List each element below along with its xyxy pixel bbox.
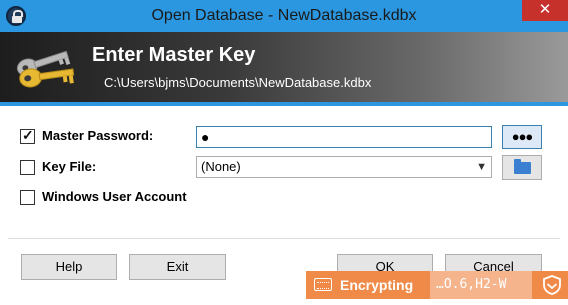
browse-key-file-button[interactable]	[502, 155, 542, 180]
key-file-checkbox[interactable]	[20, 160, 35, 175]
windows-account-label: Windows User Account	[42, 189, 187, 204]
encrypting-indicator: Encrypting …O.6,H2-W	[306, 271, 568, 299]
close-button[interactable]: ✕	[522, 0, 568, 21]
show-password-button[interactable]: ●●●	[502, 125, 542, 149]
footer-divider	[8, 238, 560, 239]
header-banner: Enter Master Key C:\Users\bjms\Documents…	[0, 32, 568, 102]
master-password-input[interactable]: ●	[196, 126, 492, 148]
keys-icon	[16, 50, 75, 88]
help-button[interactable]: Help	[21, 254, 117, 280]
encryption-params: …O.6,H2-W	[430, 271, 532, 299]
banner-heading: Enter Master Key	[92, 44, 256, 66]
key-file-select[interactable]: (None) ▼	[196, 156, 492, 178]
key-file-value: (None)	[201, 159, 241, 174]
exit-button[interactable]: Exit	[129, 254, 226, 280]
banner-separator	[0, 102, 568, 106]
title-bar: Open Database - NewDatabase.kdbx ✕	[0, 0, 568, 32]
shield-icon	[543, 275, 561, 295]
key-file-label: Key File:	[42, 159, 97, 174]
master-password-label: Master Password:	[42, 128, 154, 143]
encrypting-label: Encrypting	[340, 277, 414, 293]
chevron-down-icon: ▼	[476, 161, 487, 173]
database-path: C:\Users\bjms\Documents\NewDatabase.kdbx	[104, 75, 372, 90]
window-title: Open Database - NewDatabase.kdbx	[151, 7, 417, 24]
folder-icon	[514, 159, 531, 174]
keyboard-icon	[314, 278, 332, 291]
master-password-checkbox[interactable]	[20, 127, 35, 144]
windows-account-checkbox[interactable]	[20, 190, 35, 205]
